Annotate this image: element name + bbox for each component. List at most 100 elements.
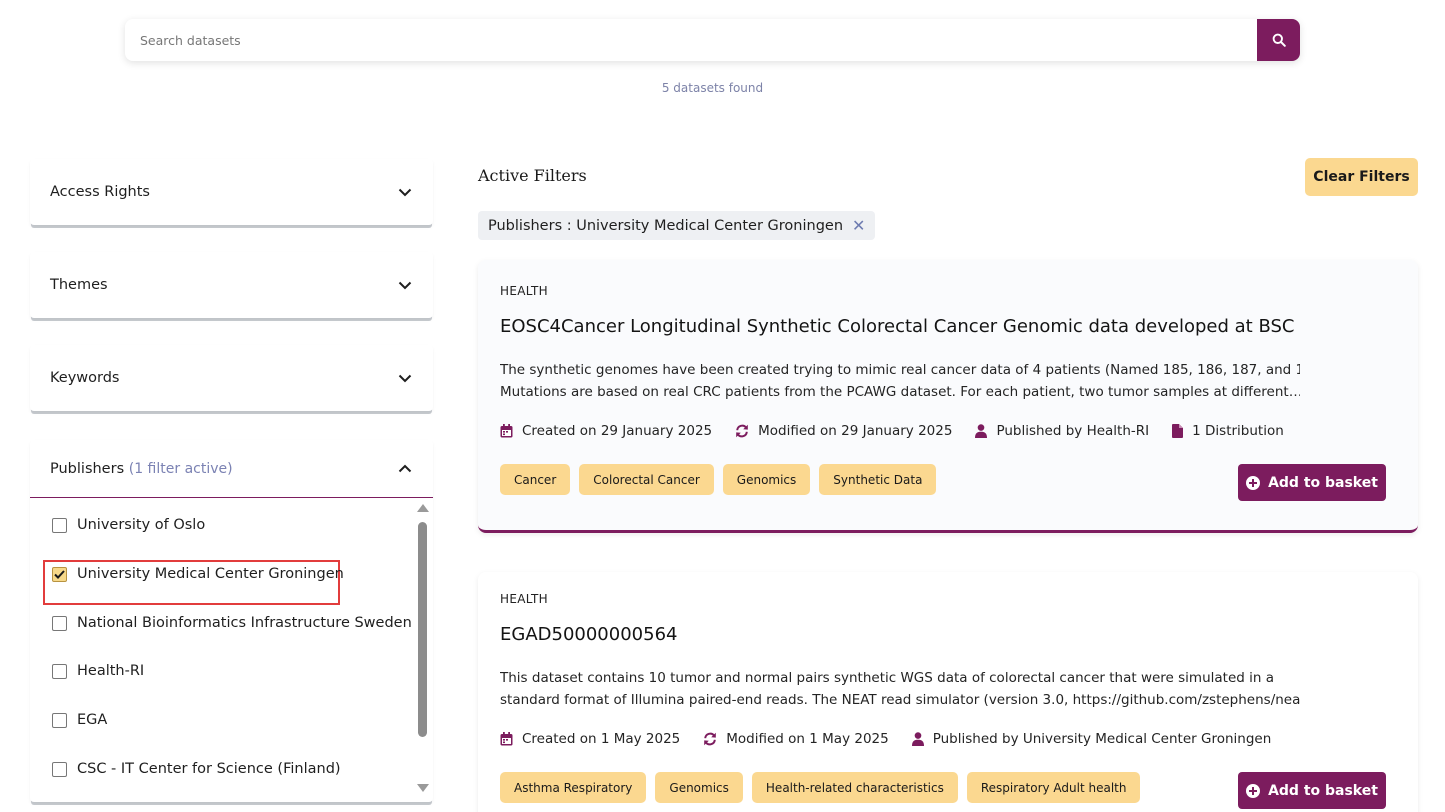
results-count: 5 datasets found: [661, 81, 764, 95]
tag[interactable]: Genomics: [722, 464, 811, 495]
add-to-basket-button[interactable]: Add to basket: [1238, 464, 1386, 501]
publisher-option-label: Health-RI: [77, 663, 145, 679]
user-icon: [975, 424, 988, 438]
search-input[interactable]: [125, 19, 1257, 61]
tag[interactable]: Respiratory Adult health: [966, 772, 1141, 803]
facet-title: Publishers (1 filter active): [50, 461, 233, 477]
add-to-basket-label: Add to basket: [1268, 782, 1378, 799]
calendar-icon: [500, 732, 513, 746]
publisher-option[interactable]: University of Oslo: [52, 517, 205, 533]
publisher-option-label: National Bioinformatics Infrastructure S…: [77, 615, 412, 631]
dataset-description: This dataset contains 10 tumor and norma…: [500, 667, 1300, 711]
search-button[interactable]: [1257, 19, 1300, 61]
meta-modified: Modified on 29 January 2025: [735, 423, 952, 439]
tag[interactable]: Cancer: [500, 464, 571, 495]
modified-date: Modified on 29 January 2025: [758, 423, 953, 439]
facet-title: Themes: [50, 277, 108, 293]
description-line: This dataset contains 10 tumor and norma…: [500, 670, 1274, 686]
active-filter-chip: Publishers : University Medical Center G…: [478, 211, 876, 240]
publisher-option-label: CSC - IT Center for Science (Finland): [77, 761, 341, 777]
facet-publishers-title: Publishers: [50, 460, 125, 477]
dataset-category: HEALTH: [500, 592, 549, 606]
publisher-option-label: EGA: [77, 712, 108, 728]
add-to-basket-label: Add to basket: [1268, 474, 1378, 491]
add-to-basket-button[interactable]: Add to basket: [1238, 772, 1386, 809]
dataset-title[interactable]: EGAD50000000564: [500, 624, 677, 645]
dataset-meta: Created on 1 May 2025 Modified on 1 May …: [500, 731, 1294, 747]
publisher-scrollbar[interactable]: [416, 502, 430, 794]
plus-circle-icon: [1246, 475, 1261, 490]
dataset-card: HEALTH EOSC4Cancer Longitudinal Syntheti…: [478, 260, 1418, 533]
filter-chip-label: Publishers : University Medical Center G…: [488, 217, 844, 234]
checkbox-checked[interactable]: [52, 566, 67, 582]
tag[interactable]: Colorectal Cancer: [579, 464, 714, 495]
refresh-icon: [704, 732, 717, 746]
publisher-option[interactable]: Health-RI: [52, 663, 144, 679]
dataset-category: HEALTH: [500, 284, 549, 298]
checkbox[interactable]: [52, 517, 67, 533]
created-date: Created on 29 January 2025: [522, 423, 713, 439]
checkbox[interactable]: [52, 663, 67, 679]
tag[interactable]: Asthma Respiratory: [500, 772, 647, 803]
dataset-meta: Created on 29 January 2025 Modified on 2…: [500, 423, 1307, 439]
checkbox[interactable]: [52, 712, 67, 728]
publisher-option[interactable]: CSC - IT Center for Science (Finland): [52, 761, 341, 777]
clear-filters-button[interactable]: Clear Filters: [1305, 158, 1418, 196]
checkbox[interactable]: [52, 615, 67, 631]
chevron-up-icon: [397, 461, 413, 477]
dataset-description: The synthetic genomes have been created …: [500, 359, 1300, 403]
meta-distribution: 1 Distribution: [1172, 423, 1284, 439]
publisher-list: University of Oslo University Medical Ce…: [30, 498, 433, 798]
meta-publisher: Published by Health-RI: [975, 423, 1149, 439]
active-filters-title: Active Filters: [478, 166, 587, 185]
meta-created: Created on 29 January 2025: [500, 423, 712, 439]
search-icon: [1272, 33, 1286, 47]
scroll-up-arrow-icon[interactable]: [417, 504, 429, 512]
facet-themes-header[interactable]: Themes: [30, 252, 433, 318]
file-icon: [1172, 424, 1184, 438]
publisher-name: Published by University Medical Center G…: [932, 731, 1272, 747]
meta-created: Created on 1 May 2025: [500, 731, 680, 747]
tag-list: Cancer Colorectal Cancer Genomics Synthe…: [500, 464, 945, 495]
tag[interactable]: Health-related characteristics: [751, 772, 958, 803]
chevron-down-icon: [397, 370, 413, 386]
checkmark-icon: [54, 569, 65, 579]
refresh-icon: [736, 424, 748, 438]
meta-publisher: Published by University Medical Center G…: [911, 731, 1272, 747]
active-filter-count: (1 filter active): [128, 460, 233, 477]
distribution-count: 1 Distribution: [1192, 423, 1284, 439]
facet-publishers-header[interactable]: Publishers (1 filter active): [30, 440, 433, 498]
facet-themes: Themes: [30, 252, 433, 318]
close-icon[interactable]: ✕: [852, 217, 865, 234]
chevron-down-icon: [397, 277, 413, 293]
publisher-name: Published by Health-RI: [996, 423, 1150, 439]
publisher-option-label: University of Oslo: [77, 517, 206, 533]
search-bar: [125, 19, 1300, 61]
facet-keywords-header[interactable]: Keywords: [30, 345, 433, 411]
tag-list: Asthma Respiratory Genomics Health-relat…: [500, 772, 1149, 803]
publisher-option-label: University Medical Center Groningen: [77, 566, 344, 582]
dataset-card: HEALTH EGAD50000000564 This dataset cont…: [478, 572, 1418, 812]
description-line: Mutations are based on real CRC patients…: [500, 384, 1300, 400]
description-line: The synthetic genomes have been created …: [500, 362, 1300, 378]
tag[interactable]: Synthetic Data: [819, 464, 937, 495]
plus-circle-icon: [1246, 783, 1261, 798]
facet-title: Access Rights: [50, 184, 150, 200]
publisher-option[interactable]: National Bioinformatics Infrastructure S…: [52, 615, 412, 631]
description-line: standard format of Illumina paired-end r…: [500, 692, 1300, 708]
created-date: Created on 1 May 2025: [522, 731, 681, 747]
checkbox[interactable]: [52, 761, 67, 777]
modified-date: Modified on 1 May 2025: [726, 731, 889, 747]
facet-keywords: Keywords: [30, 345, 433, 411]
tag[interactable]: Genomics: [655, 772, 743, 803]
calendar-icon: [500, 424, 513, 438]
facet-access-rights-header[interactable]: Access Rights: [30, 159, 433, 225]
scroll-thumb[interactable]: [418, 522, 427, 737]
chevron-down-icon: [397, 184, 413, 200]
publisher-option[interactable]: University Medical Center Groningen: [52, 566, 344, 582]
scroll-down-arrow-icon[interactable]: [417, 784, 429, 792]
publisher-option[interactable]: EGA: [52, 712, 107, 728]
facet-publishers: Publishers (1 filter active) University …: [30, 440, 433, 802]
facet-title: Keywords: [50, 370, 120, 386]
dataset-title[interactable]: EOSC4Cancer Longitudinal Synthetic Color…: [500, 316, 1294, 337]
